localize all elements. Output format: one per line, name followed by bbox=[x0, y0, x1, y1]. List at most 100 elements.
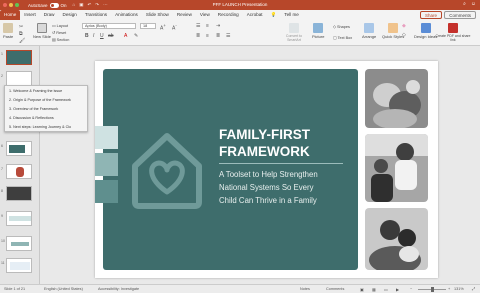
shrink-font-icon[interactable]: A- bbox=[172, 23, 177, 32]
tab-view[interactable]: View bbox=[196, 10, 214, 20]
comments-status-button[interactable]: Comments bbox=[326, 287, 344, 291]
align-center-icon[interactable]: ≡ bbox=[206, 33, 209, 39]
outline-item[interactable]: 2. Origin & Purpose of the Framework bbox=[9, 98, 71, 102]
thumbnail-number: 9 bbox=[1, 214, 3, 218]
new-slide-button[interactable]: New Slide bbox=[33, 23, 51, 39]
slide-thumbnail-11[interactable] bbox=[6, 258, 32, 273]
search-icon[interactable]: ⌕ bbox=[463, 1, 466, 7]
autosave-control[interactable]: AutoSave On bbox=[28, 2, 67, 8]
save-icon[interactable]: ▣ bbox=[79, 2, 83, 8]
align-left-icon[interactable]: ≣ bbox=[196, 33, 200, 39]
tell-me-search[interactable]: Tell me bbox=[280, 10, 303, 20]
format-painter-icon[interactable]: 🖌 bbox=[19, 38, 25, 44]
more-icon[interactable]: ⋯ bbox=[103, 2, 108, 8]
convert-smartart-button[interactable]: Convert to SmartArt bbox=[282, 23, 306, 42]
shape-fill-icon[interactable]: ◆ bbox=[402, 23, 406, 29]
zoom-slider-thumb[interactable] bbox=[431, 287, 434, 292]
slide-thumbnail-7[interactable] bbox=[6, 164, 32, 179]
slideshow-icon[interactable]: ▶ bbox=[396, 287, 399, 292]
notes-button[interactable]: Notes bbox=[300, 287, 310, 291]
comments-button[interactable]: Comments bbox=[444, 11, 476, 19]
reading-view-icon[interactable]: ▭ bbox=[384, 287, 388, 292]
cut-icon[interactable]: ✂ bbox=[19, 24, 23, 30]
autosave-toggle[interactable] bbox=[49, 2, 59, 8]
slide-thumbnail-6[interactable] bbox=[6, 141, 32, 156]
outline-item[interactable]: 4. Discussion & Reflections bbox=[9, 116, 54, 120]
minimize-window-button[interactable] bbox=[9, 3, 13, 7]
slide-thumbnail-8[interactable] bbox=[6, 186, 32, 201]
tab-acrobat[interactable]: Acrobat bbox=[243, 10, 267, 20]
align-right-icon[interactable]: ≣ bbox=[216, 33, 220, 39]
tab-review[interactable]: Review bbox=[173, 10, 196, 20]
slide-thumbnail-10[interactable] bbox=[6, 236, 32, 251]
tab-recording[interactable]: Recording bbox=[214, 10, 243, 20]
slide-subtitle[interactable]: A Toolset to Help Strengthen National Sy… bbox=[219, 168, 353, 207]
tab-insert[interactable]: Insert bbox=[20, 10, 40, 20]
undo-icon[interactable]: ↶ bbox=[88, 2, 92, 8]
font-color-icon[interactable]: A bbox=[124, 33, 127, 39]
slide-thumbnail-1[interactable] bbox=[6, 50, 32, 65]
shape-outline-icon[interactable]: ◇ bbox=[402, 32, 406, 38]
bold-icon[interactable]: B bbox=[85, 33, 89, 39]
slide-thumbnail-panel[interactable]: 1 2 6 7 8 9 10 11 bbox=[0, 46, 40, 284]
slide-title[interactable]: FAMILY-FIRST FRAMEWORK bbox=[219, 126, 310, 160]
language-indicator[interactable]: English (United States) bbox=[44, 287, 83, 291]
copy-icon[interactable]: ⧉ bbox=[19, 31, 23, 37]
zoom-in-icon[interactable]: + bbox=[448, 287, 450, 291]
tab-transitions[interactable]: Transitions bbox=[81, 10, 111, 20]
zoom-window-button[interactable] bbox=[15, 3, 19, 7]
tab-home[interactable]: Home bbox=[0, 10, 21, 20]
outline-item[interactable]: 3. Overview of the Framework bbox=[9, 107, 58, 111]
justify-icon[interactable]: ☰ bbox=[226, 33, 230, 39]
outline-item[interactable]: 5. Next steps: Learning Journey & Clo bbox=[9, 125, 71, 129]
tab-draw[interactable]: Draw bbox=[40, 10, 59, 20]
share-button[interactable]: Share bbox=[419, 11, 442, 19]
close-window-button[interactable] bbox=[3, 3, 7, 7]
grow-font-icon[interactable]: A+ bbox=[160, 23, 166, 32]
zoom-level[interactable]: 131% bbox=[454, 287, 464, 291]
family-photo-1[interactable] bbox=[365, 69, 428, 128]
reset-label: Reset bbox=[56, 31, 67, 35]
profile-icon[interactable]: ☺ bbox=[471, 1, 476, 7]
accessibility-checker[interactable]: Accessibility: Investigate bbox=[98, 287, 139, 291]
design-ideas-button[interactable]: Design Ideas bbox=[414, 23, 437, 39]
clipboard-icon bbox=[3, 23, 14, 33]
zoom-out-icon[interactable]: − bbox=[410, 287, 412, 291]
shapes-button[interactable]: ◇ Shapes bbox=[333, 24, 350, 29]
font-size-select[interactable]: 18 bbox=[140, 23, 156, 29]
tab-design[interactable]: Design bbox=[59, 10, 81, 20]
quick-styles-label: Quick Styles bbox=[382, 34, 405, 39]
reset-button[interactable]: ↺ Reset bbox=[52, 30, 66, 35]
family-photo-2[interactable] bbox=[365, 134, 428, 202]
slide-sorter-icon[interactable]: ▦ bbox=[372, 287, 376, 292]
italic-icon[interactable]: I bbox=[93, 33, 94, 39]
subtitle-line-1: A Toolset to Help Strengthen bbox=[219, 170, 318, 179]
autosave-label: AutoSave bbox=[28, 2, 48, 8]
text-box-button[interactable]: ▢ Text Box bbox=[333, 35, 352, 40]
paste-button[interactable]: Paste bbox=[3, 23, 13, 39]
slide-thumbnail-9[interactable] bbox=[6, 211, 32, 226]
normal-view-icon[interactable]: ▣ bbox=[360, 287, 364, 292]
underline-icon[interactable]: U bbox=[100, 33, 104, 39]
family-photo-3[interactable] bbox=[365, 208, 428, 270]
outline-item[interactable]: 1. Welcome & Framing the issue bbox=[9, 89, 62, 93]
redo-icon[interactable]: ↷ bbox=[95, 2, 99, 8]
bullets-icon[interactable]: ☰ bbox=[196, 23, 200, 29]
tab-slide-show[interactable]: Slide Show bbox=[142, 10, 173, 20]
tab-animations[interactable]: Animations bbox=[111, 10, 142, 20]
numbering-icon[interactable]: ≡ bbox=[206, 23, 209, 29]
strikethrough-icon[interactable]: ab bbox=[108, 33, 114, 39]
arrange-button[interactable]: Arrange bbox=[362, 23, 376, 39]
highlight-icon[interactable]: ✎ bbox=[134, 33, 138, 39]
indent-icon[interactable]: ⇥ bbox=[216, 23, 220, 29]
slide-thumbnail-2[interactable] bbox=[6, 71, 32, 86]
fit-slide-icon[interactable]: ⤢ bbox=[472, 287, 475, 291]
font-name-select[interactable]: Aptos (Body) bbox=[82, 23, 136, 29]
home-icon[interactable]: ⌂ bbox=[73, 2, 76, 8]
layout-button[interactable]: ▭ Layout bbox=[52, 23, 68, 28]
section-button[interactable]: ▤ Section bbox=[52, 37, 69, 42]
picture-button[interactable]: Picture bbox=[312, 23, 324, 39]
create-pdf-label: Create PDF and share link bbox=[435, 34, 471, 42]
create-pdf-button[interactable]: Create PDF and share link bbox=[435, 23, 471, 42]
quick-styles-button[interactable]: Quick Styles bbox=[382, 23, 404, 39]
